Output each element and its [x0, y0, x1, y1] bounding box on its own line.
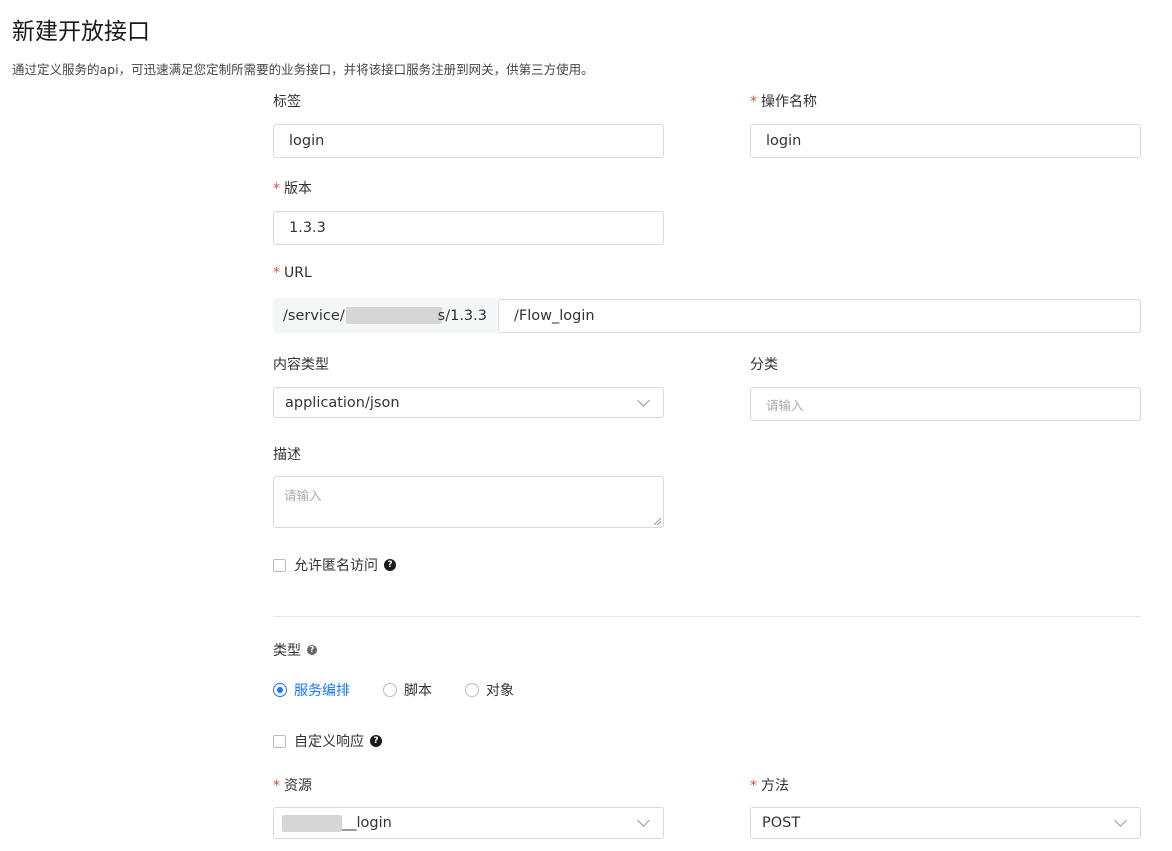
- type-option-object-radio[interactable]: [465, 683, 479, 697]
- tag-label: 标签: [273, 94, 301, 110]
- chevron-down-icon: [637, 393, 650, 407]
- operation-name-value: login: [766, 133, 802, 149]
- resize-handle-icon[interactable]: [654, 518, 661, 525]
- url-path-value: /Flow_login: [514, 308, 595, 324]
- tag-input-value: login: [289, 133, 325, 149]
- custom-response-checkbox[interactable]: [273, 734, 286, 748]
- redacted-block: [346, 307, 442, 324]
- content-type-select[interactable]: application/json: [273, 387, 664, 418]
- version-label: * 版本: [273, 181, 312, 197]
- redacted-block: [282, 814, 342, 832]
- method-label: * 方法: [750, 778, 789, 794]
- type-radio-group: 服务编排 脚本 对象: [273, 680, 514, 700]
- required-mark: *: [273, 778, 280, 794]
- description-label: 描述: [273, 447, 301, 463]
- anonymous-access-label: 允许匿名访问: [294, 558, 378, 574]
- type-option-object-label[interactable]: 对象: [486, 680, 514, 700]
- required-mark: *: [273, 181, 280, 197]
- type-option-script-label[interactable]: 脚本: [404, 680, 432, 700]
- custom-response-label: 自定义响应: [294, 734, 364, 750]
- resource-label: * 资源: [273, 778, 312, 794]
- category-placeholder: 请输入: [766, 397, 804, 413]
- url-label: * URL: [273, 265, 312, 281]
- content-type-label: 内容类型: [273, 357, 329, 373]
- question-circle-icon[interactable]: ?: [307, 645, 317, 655]
- operation-name-input[interactable]: login: [750, 124, 1141, 158]
- operation-name-label: * 操作名称: [750, 94, 817, 110]
- version-input[interactable]: 1.3.3: [273, 211, 664, 245]
- type-option-service-label[interactable]: 服务编排: [294, 680, 350, 700]
- anonymous-access-checkbox[interactable]: [273, 558, 286, 572]
- method-select[interactable]: POST: [750, 807, 1141, 839]
- question-circle-icon[interactable]: ?: [384, 559, 396, 571]
- chevron-down-icon: [1114, 814, 1127, 827]
- question-circle-icon[interactable]: ?: [370, 735, 382, 747]
- description-placeholder: 请输入: [284, 488, 322, 503]
- page-title: 新建开放接口: [12, 19, 150, 45]
- version-value: 1.3.3: [289, 220, 326, 236]
- type-option-service-radio[interactable]: [273, 683, 287, 697]
- tag-input[interactable]: login: [273, 124, 664, 158]
- url-prefix-end: s/1.3.3: [437, 307, 487, 324]
- required-mark: *: [750, 94, 757, 110]
- anonymous-access-row: 允许匿名访问 ?: [273, 555, 396, 575]
- category-label: 分类: [750, 357, 778, 373]
- resource-select[interactable]: __login: [273, 807, 664, 839]
- type-option-script-radio[interactable]: [383, 683, 397, 697]
- method-value: POST: [762, 815, 801, 831]
- required-mark: *: [750, 778, 757, 794]
- type-label: 类型: [273, 643, 301, 659]
- category-input[interactable]: 请输入: [750, 387, 1141, 421]
- content-type-value: application/json: [285, 394, 400, 411]
- required-mark: *: [273, 265, 280, 281]
- page-description: 通过定义服务的api，可迅速满足您定制所需要的业务接口，并将该接口服务注册到网关…: [12, 62, 594, 77]
- url-prefix: /service/( s/1.3.3: [273, 298, 497, 333]
- url-prefix-start: /service/(: [283, 307, 351, 324]
- url-path-input[interactable]: /Flow_login: [498, 299, 1141, 333]
- chevron-down-icon: [637, 814, 650, 827]
- section-divider: [273, 616, 1141, 617]
- resource-value: __login: [282, 814, 392, 832]
- type-label-row: 类型 ?: [273, 640, 317, 660]
- custom-response-row: 自定义响应 ?: [273, 731, 382, 751]
- description-textarea[interactable]: 请输入: [273, 476, 664, 528]
